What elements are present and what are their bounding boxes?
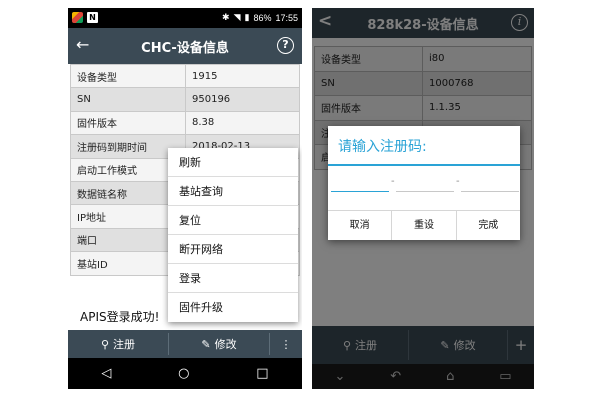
menu-item-login[interactable]: 登录: [168, 264, 298, 293]
done-button[interactable]: 完成: [455, 211, 520, 240]
dash-separator: -: [456, 176, 460, 187]
page-title: CHC-设备信息: [141, 41, 229, 56]
status-bar: N ✱ ◥ ▮ 86% 17:55: [68, 8, 302, 28]
row-key: SN: [70, 87, 186, 112]
row-key: 设备类型: [70, 63, 186, 89]
more-options-button[interactable]: ⋮: [270, 330, 302, 358]
app-bar: ← CHC-设备信息 ?: [68, 28, 302, 64]
nav-home-icon[interactable]: ○: [178, 366, 189, 381]
reset-button[interactable]: 重设: [391, 211, 455, 240]
key-icon: ⚲: [100, 337, 110, 351]
code-input-3[interactable]: [461, 178, 519, 192]
dialog-buttons: 取消 重设 完成: [328, 210, 520, 240]
wifi-icon: ◥: [233, 12, 241, 22]
register-button[interactable]: ⚲ 注册: [68, 330, 168, 358]
nfc-icon: N: [87, 12, 98, 23]
dialog-title: 请输入注册码:: [338, 139, 427, 155]
login-status-message: APIS登录成功!: [80, 310, 160, 324]
nav-back-icon[interactable]: ◁: [101, 366, 111, 381]
row-value: 1915: [185, 63, 300, 89]
pencil-icon: ✎: [201, 337, 211, 351]
table-row: 固件版本 8.38: [70, 110, 300, 136]
overflow-menu: 刷新 基站查询 复位 断开网络 登录 固件升级: [168, 148, 298, 322]
row-value: 8.38: [185, 110, 300, 136]
app-notification-icon: [72, 12, 83, 23]
modify-label: 修改: [214, 338, 237, 351]
code-input-1[interactable]: [331, 178, 389, 192]
battery-percent: 86%: [253, 12, 272, 23]
dash-separator: -: [391, 176, 395, 187]
bottom-action-bar: ⚲ 注册 ✎ 修改 ⋮: [68, 330, 302, 358]
menu-item-disconnect[interactable]: 断开网络: [168, 235, 298, 264]
registration-code-dialog: 请输入注册码: - - 取消 重设 完成: [328, 126, 520, 240]
dialog-divider: [328, 164, 520, 166]
phone-screen-chc: N ✱ ◥ ▮ 86% 17:55 ← CHC-设备信息 ? 设备类型 1915 …: [68, 8, 302, 389]
help-icon[interactable]: ?: [277, 37, 294, 54]
status-time: 17:55: [275, 12, 298, 23]
table-row: 设备类型 1915: [70, 63, 300, 89]
cancel-button[interactable]: 取消: [328, 211, 391, 240]
battery-icon: ▮: [244, 12, 250, 22]
menu-item-firmware-upgrade[interactable]: 固件升级: [168, 293, 298, 322]
menu-item-base-query[interactable]: 基站查询: [168, 177, 298, 206]
nav-recents-icon[interactable]: □: [256, 366, 268, 381]
modify-button[interactable]: ✎ 修改: [169, 330, 269, 358]
register-label: 注册: [113, 338, 136, 351]
phone-screen-828k28: < 828k28-设备信息 i 设备类型i80 SN1000768 固件版本1.…: [312, 8, 534, 389]
menu-item-refresh[interactable]: 刷新: [168, 148, 298, 177]
menu-item-reset[interactable]: 复位: [168, 206, 298, 235]
row-key: 固件版本: [70, 110, 186, 136]
more-vertical-icon: ⋮: [280, 337, 292, 351]
bluetooth-icon: ✱: [222, 12, 230, 22]
code-input-2[interactable]: [396, 178, 454, 192]
system-nav-bar: ◁ ○ □: [68, 358, 302, 389]
row-value: 950196: [185, 87, 300, 112]
table-row: SN 950196: [70, 87, 300, 112]
